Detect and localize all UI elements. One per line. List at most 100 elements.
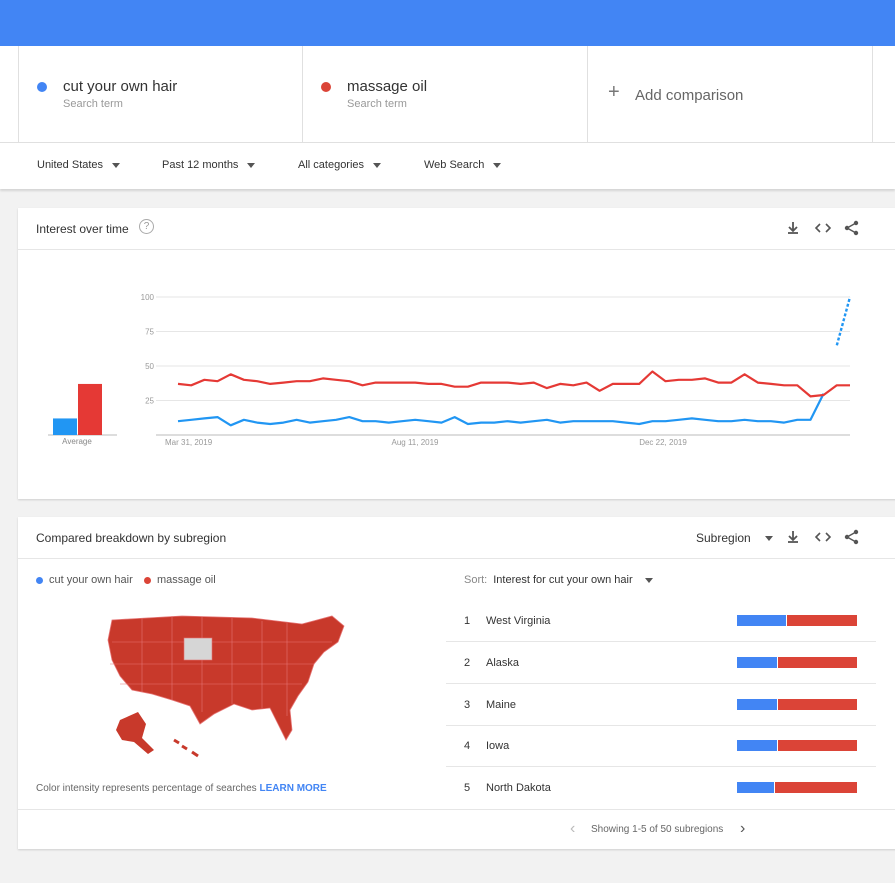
interest-over-time-panel: Interest over time ? Average 100 75 50 25 Ma… [18, 208, 895, 499]
pagination: ‹ Showing 1-5 of 50 subregions › [18, 809, 895, 849]
row-rank: 3 [464, 699, 471, 711]
term-name: massage oil [347, 78, 428, 95]
legend-label: massage oil [157, 574, 216, 586]
subregion-panel: Compared breakdown by subregion Subregio… [18, 517, 895, 849]
share-icon[interactable] [843, 219, 861, 237]
x-tick-label: Dec 22, 2019 [639, 438, 687, 447]
comparison-bar [737, 657, 857, 668]
x-tick-label: Mar 31, 2019 [165, 438, 213, 447]
interest-over-time-chart: Average 100 75 50 25 Mar 31, 2019 Aug 11, 201… [48, 293, 852, 447]
category-filter[interactable]: All categories [298, 159, 382, 171]
panel-header: Interest over time ? [18, 208, 895, 250]
subregion-row[interactable]: 1 West Virginia [446, 600, 876, 642]
us-map[interactable] [102, 612, 362, 762]
chevron-right-icon[interactable]: › [740, 820, 745, 838]
note-text: Color intensity represents percentage of… [36, 783, 257, 794]
y-tick-label: 25 [145, 397, 154, 406]
time-filter-label: Past 12 months [162, 159, 239, 171]
row-name: Maine [486, 699, 516, 711]
term-color-dot-red [321, 82, 331, 92]
caret-down-icon [764, 535, 773, 541]
caret-down-icon [247, 162, 256, 168]
term-card-2[interactable]: massage oil Search term [303, 46, 588, 142]
legend-dot-red [144, 576, 151, 584]
term-card-1[interactable]: cut your own hair Search term [18, 46, 303, 142]
caret-down-icon [373, 162, 382, 168]
comparison-bar [737, 782, 857, 793]
bar-red [787, 615, 857, 626]
comparison-bar [737, 740, 857, 751]
search-type-filter[interactable]: Web Search [424, 159, 502, 171]
subregion-row[interactable]: 4 Iowa [446, 725, 876, 767]
share-icon[interactable] [843, 528, 861, 546]
panel-title: Compared breakdown by subregion [36, 531, 227, 545]
average-label: Average [62, 437, 92, 446]
row-rank: 5 [464, 782, 471, 794]
average-bar [53, 418, 77, 435]
term-type: Search term [347, 98, 407, 110]
row-name: North Dakota [486, 782, 551, 794]
row-name: West Virginia [486, 615, 551, 627]
comparison-terms: cut your own hair Search term massage oi… [0, 46, 895, 142]
subregion-dropdown[interactable]: Subregion [696, 531, 773, 545]
search-type-filter-label: Web Search [424, 159, 485, 171]
sort-value: Interest for cut your own hair [493, 574, 633, 586]
series-line [177, 393, 825, 427]
x-tick-label: Aug 11, 2019 [391, 438, 439, 447]
bar-blue [737, 782, 775, 793]
y-tick-label: 100 [141, 293, 155, 302]
caret-down-icon [112, 162, 121, 168]
legend-label: cut your own hair [49, 574, 133, 586]
subregion-row[interactable]: 5 North Dakota [446, 767, 876, 809]
caret-down-icon [644, 577, 653, 583]
row-rank: 1 [464, 615, 471, 627]
bar-blue [737, 699, 777, 710]
panel-title: Interest over time [36, 222, 129, 236]
add-comparison-label: Add comparison [635, 87, 744, 104]
color-intensity-note: Color intensity represents percentage of… [36, 783, 327, 794]
series-line [177, 370, 850, 398]
legend-item-blue: cut your own hair [36, 574, 133, 586]
region-filter-label: United States [37, 159, 104, 171]
alaska-shape [116, 712, 154, 754]
time-filter[interactable]: Past 12 months [162, 159, 256, 171]
panel-header: Compared breakdown by subregion Subregio… [18, 517, 895, 559]
chevron-left-icon[interactable]: ‹ [570, 820, 575, 838]
bar-blue [737, 615, 787, 626]
learn-more-link[interactable]: LEARN MORE [259, 783, 326, 794]
row-rank: 2 [464, 657, 471, 669]
term-type: Search term [63, 98, 123, 110]
bar-blue [737, 740, 777, 751]
filter-bar: United States Past 12 months All categor… [0, 142, 895, 189]
comparison-bar [737, 615, 857, 626]
legend-dot-blue [36, 576, 43, 584]
row-rank: 4 [464, 740, 471, 752]
subregion-row[interactable]: 3 Maine [446, 684, 876, 726]
plus-icon: + [608, 81, 620, 103]
y-tick-label: 75 [145, 328, 154, 337]
average-bar [78, 383, 102, 435]
embed-code-icon[interactable] [814, 528, 832, 546]
subregion-row[interactable]: 2 Alaska [446, 642, 876, 684]
region-filter[interactable]: United States [37, 159, 121, 171]
help-icon[interactable]: ? [139, 219, 154, 234]
y-tick-label: 50 [145, 362, 154, 371]
series-partial-line [835, 296, 852, 346]
pagination-text: Showing 1-5 of 50 subregions [591, 824, 724, 835]
legend-item-red: massage oil [144, 574, 216, 586]
top-app-bar [0, 0, 895, 46]
sort-label: Sort: [464, 574, 488, 586]
download-icon[interactable] [784, 528, 802, 546]
download-icon[interactable] [784, 219, 802, 237]
embed-code-icon[interactable] [814, 219, 832, 237]
wyoming-no-data [183, 637, 213, 661]
bar-red [777, 740, 857, 751]
row-name: Alaska [486, 657, 520, 669]
term-name: cut your own hair [63, 78, 178, 95]
bar-red [777, 699, 857, 710]
sort-control[interactable]: Sort: Interest for cut your own hair [464, 574, 653, 586]
add-comparison-button[interactable]: + Add comparison [588, 46, 873, 142]
caret-down-icon [493, 162, 502, 168]
term-color-dot-blue [37, 82, 47, 92]
bar-red [775, 782, 857, 793]
